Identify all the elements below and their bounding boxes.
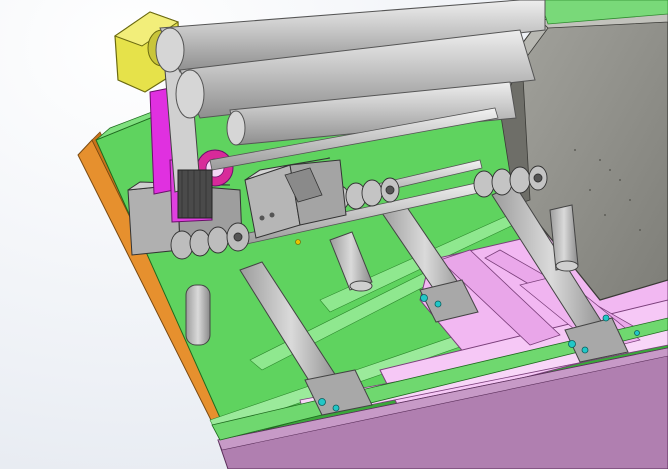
knurled-cylinder <box>177 169 213 219</box>
cad-model-view <box>77 0 668 469</box>
cad-viewport[interactable] <box>0 0 668 469</box>
